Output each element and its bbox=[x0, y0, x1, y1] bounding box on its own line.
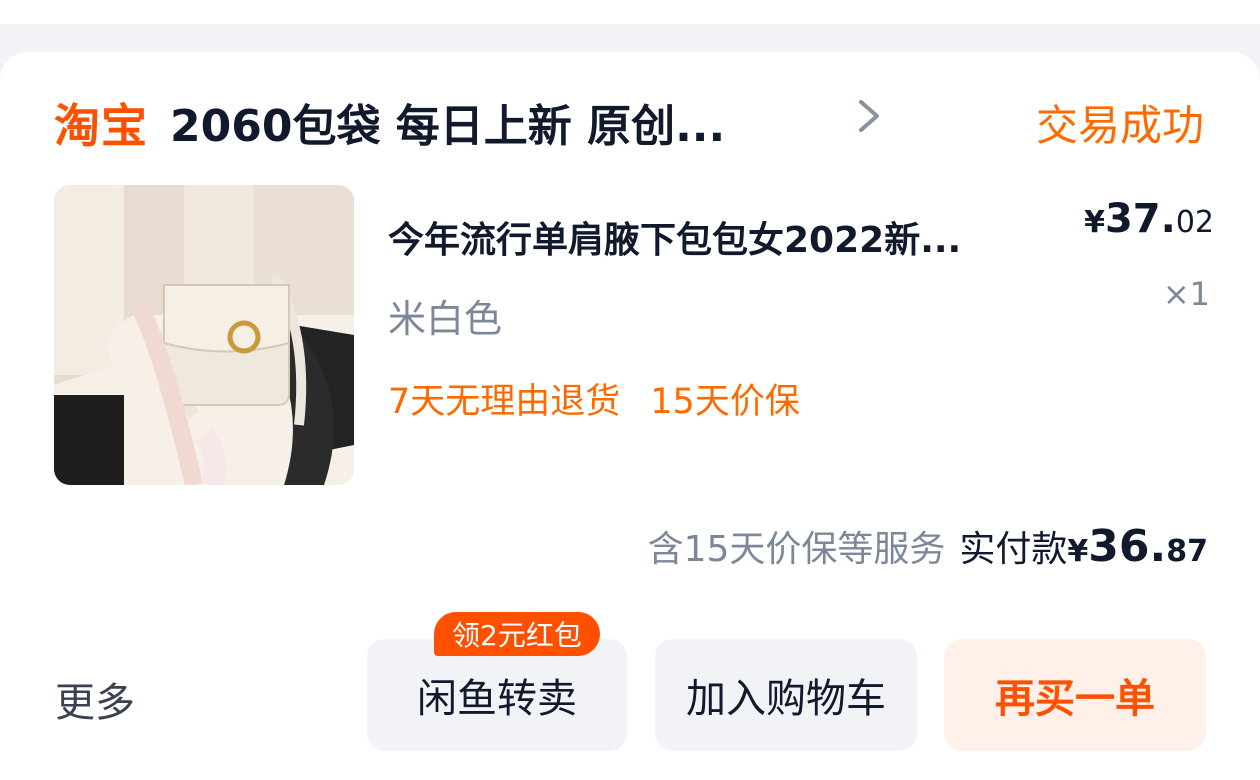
price-currency: ¥ bbox=[1084, 205, 1105, 240]
taobao-logo: 淘宝 bbox=[54, 99, 148, 153]
bag-photo bbox=[54, 185, 354, 485]
shop-name-link[interactable]: 2060包袋 每日上新 原创... bbox=[170, 90, 725, 154]
paid-integer: 36. bbox=[1088, 521, 1167, 572]
product-image[interactable] bbox=[54, 185, 354, 485]
rebuy-button[interactable]: 再买一单 bbox=[944, 639, 1206, 751]
price-integer: 37. bbox=[1104, 196, 1176, 242]
chevron-right-icon[interactable] bbox=[852, 96, 886, 136]
price-decimal: 02 bbox=[1175, 205, 1214, 240]
add-to-cart-button[interactable]: 加入购物车 bbox=[655, 639, 917, 751]
order-status: 交易成功 bbox=[1035, 101, 1204, 150]
payment-summary: 含15天价保等服务 实付款¥36.87 bbox=[648, 520, 1208, 572]
product-title[interactable]: 今年流行单肩腋下包包女2022新... bbox=[388, 211, 1068, 263]
product-sku: 米白色 bbox=[388, 297, 503, 341]
service-tags: 7天无理由退货 15天价保 bbox=[388, 373, 800, 424]
more-button[interactable]: 更多 bbox=[55, 670, 135, 728]
product-quantity: ×1 bbox=[1162, 275, 1210, 313]
top-strip bbox=[0, 0, 1260, 24]
red-packet-badge: 领2元红包 bbox=[434, 612, 600, 656]
paid-label: 实付款 bbox=[959, 529, 1068, 570]
service-summary: 含15天价保等服务 bbox=[647, 529, 946, 570]
paid-currency: ¥ bbox=[1067, 534, 1089, 569]
tag-price-protect: 15天价保 bbox=[650, 382, 800, 422]
paid-decimal: 87 bbox=[1166, 534, 1208, 569]
tag-return: 7天无理由退货 bbox=[388, 382, 621, 422]
product-price: ¥37.02 bbox=[1084, 196, 1214, 242]
